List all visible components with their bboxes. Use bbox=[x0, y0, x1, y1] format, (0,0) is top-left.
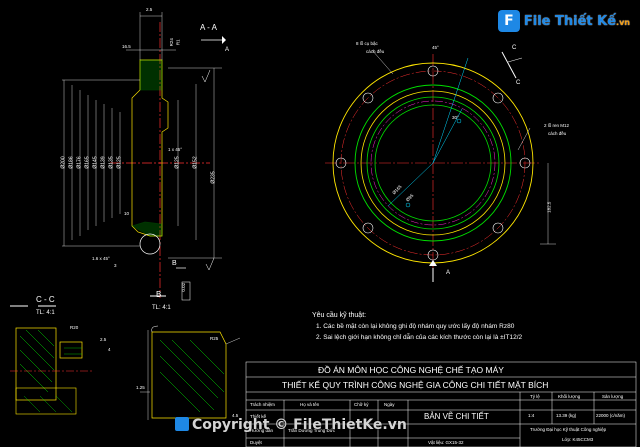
dim-misc-10: 4 bbox=[108, 347, 111, 352]
dim-misc-13: 10 bbox=[124, 211, 130, 216]
letter-b-mark: B bbox=[172, 260, 177, 267]
meta-weight-value: 13.39 (kg) bbox=[556, 413, 577, 418]
plan-view bbox=[325, 49, 556, 282]
row-approve-role: Duyệt bbox=[250, 440, 262, 445]
section-cc-scale: TL: 4:1 bbox=[36, 310, 55, 316]
note-holes-right2: cách đều bbox=[548, 131, 567, 136]
hatch-top bbox=[139, 59, 163, 91]
dim-right-1: Ø125 bbox=[174, 156, 181, 169]
dim-misc-3: R24 bbox=[168, 38, 174, 47]
dim-misc-6: 1.6 x 45° bbox=[92, 256, 110, 261]
dim-left-4: Ø165 bbox=[84, 156, 91, 169]
requirements-title: Yêu cầu kỹ thuật: bbox=[312, 312, 367, 319]
dim-misc-2: 16.5 bbox=[122, 44, 131, 49]
dim-misc-9: 2.5 bbox=[100, 337, 107, 342]
dim-misc-4: R1 bbox=[175, 39, 181, 46]
cc-thread bbox=[59, 341, 83, 359]
detail-cc bbox=[10, 305, 94, 415]
hatch-bottom bbox=[131, 221, 163, 237]
header-date: Ngày bbox=[384, 402, 395, 407]
dim-left-3: Ø176 bbox=[76, 156, 83, 169]
dim-left-6: Ø139 bbox=[100, 156, 107, 169]
logo-icon: F bbox=[497, 10, 520, 32]
meta-output-label: Sản lượng bbox=[602, 394, 624, 399]
note-angle: 45° bbox=[432, 45, 439, 50]
class-name: Lớp: K45CCM3 bbox=[562, 437, 594, 442]
dim-misc-11: 0.02 bbox=[181, 282, 187, 292]
school-name: Trường Đại học Kỹ thuật Công nghiệp bbox=[530, 427, 607, 432]
project-title: ĐỒ ÁN MÔN HỌC CÔNG NGHỆ CHẾ TẠO MÁY bbox=[318, 365, 504, 375]
section-b-scale: TL: 4:1 bbox=[152, 305, 171, 311]
cad-drawing-sheet: F File Thiết Kế.vn A - A C - C TL: 4:1 B… bbox=[0, 0, 640, 447]
note-holes-top: 8 lỗ cụ bậc bbox=[356, 41, 378, 46]
section-b-label: B bbox=[156, 290, 162, 299]
dim-left-1: Ø200 bbox=[60, 156, 67, 169]
letter-c-top: C bbox=[512, 45, 517, 51]
logo-domain: .vn bbox=[616, 17, 630, 27]
letter-c-mid: C bbox=[516, 80, 521, 86]
dim-left-7: Ø135 bbox=[108, 156, 115, 169]
subject-title: THIẾT KẾ QUY TRÌNH CÔNG NGHỆ GIA CÔNG CH… bbox=[282, 380, 549, 390]
watermark-icon bbox=[175, 417, 189, 431]
header-responsibility: Trách nhiệm bbox=[250, 402, 275, 407]
meta-scale-label: Tỷ lệ bbox=[530, 394, 540, 399]
dim-misc-5: 1 x 45° bbox=[168, 147, 183, 152]
cc-body-left bbox=[15, 327, 57, 401]
detail-circle-b bbox=[139, 233, 161, 255]
note-holes-right: 2 lỗ ren M12 bbox=[544, 123, 570, 128]
logo-brand: File Thiết Kế bbox=[523, 13, 617, 29]
meta-output-value: 22000 (c/năm) bbox=[596, 413, 626, 418]
dim-misc-12: 1.25 bbox=[136, 385, 145, 390]
letter-a-top: A bbox=[225, 47, 230, 53]
dim-misc-7: R25 bbox=[210, 336, 219, 341]
copyright-watermark: Copyright © FileThietKe.vn bbox=[175, 417, 407, 433]
dim-right-3: Ø235 bbox=[210, 171, 217, 184]
detail-b bbox=[140, 295, 241, 420]
dim-right-2: Ø152 bbox=[192, 156, 199, 169]
requirement-item-1: 1. Các bề mặt còn lại không ghi độ nhám … bbox=[316, 323, 515, 330]
dim-left-5: Ø145 bbox=[92, 156, 99, 169]
section-cc-label: C - C bbox=[36, 295, 55, 304]
note-holes-top2: cách đều bbox=[366, 49, 385, 54]
letter-a-bottom: A bbox=[446, 270, 451, 276]
dim-misc-8: R20 bbox=[70, 325, 79, 330]
meta-scale-value: 1:4 bbox=[528, 413, 535, 418]
site-logo[interactable]: F File Thiết Kế.vn bbox=[497, 10, 630, 32]
section-aa-label: A - A bbox=[200, 23, 217, 32]
cc-body-bottom bbox=[15, 387, 77, 415]
header-signature: Chữ ký bbox=[354, 402, 369, 407]
note-dim-r: 182.5 bbox=[546, 201, 552, 213]
meta-weight-label: Khối lượng bbox=[558, 394, 581, 399]
material: Vật liệu: GX15-32 bbox=[428, 440, 464, 445]
drawing-name: BẢN VẼ CHI TIẾT bbox=[424, 412, 489, 421]
requirement-item-2: 2. Sai lệch giới hạn không chỉ dẫn của c… bbox=[316, 334, 523, 341]
dim-misc-1: 2.5 bbox=[146, 7, 153, 12]
dim-left-2: Ø186 bbox=[68, 156, 75, 169]
dim-misc-15: 3 bbox=[114, 263, 117, 268]
note-angle2: 30° bbox=[452, 115, 459, 120]
dim-left-8: Ø125 bbox=[116, 156, 123, 169]
watermark-text: Copyright © FileThietKe.vn bbox=[192, 417, 407, 433]
header-name: Họ và tên bbox=[300, 402, 320, 407]
